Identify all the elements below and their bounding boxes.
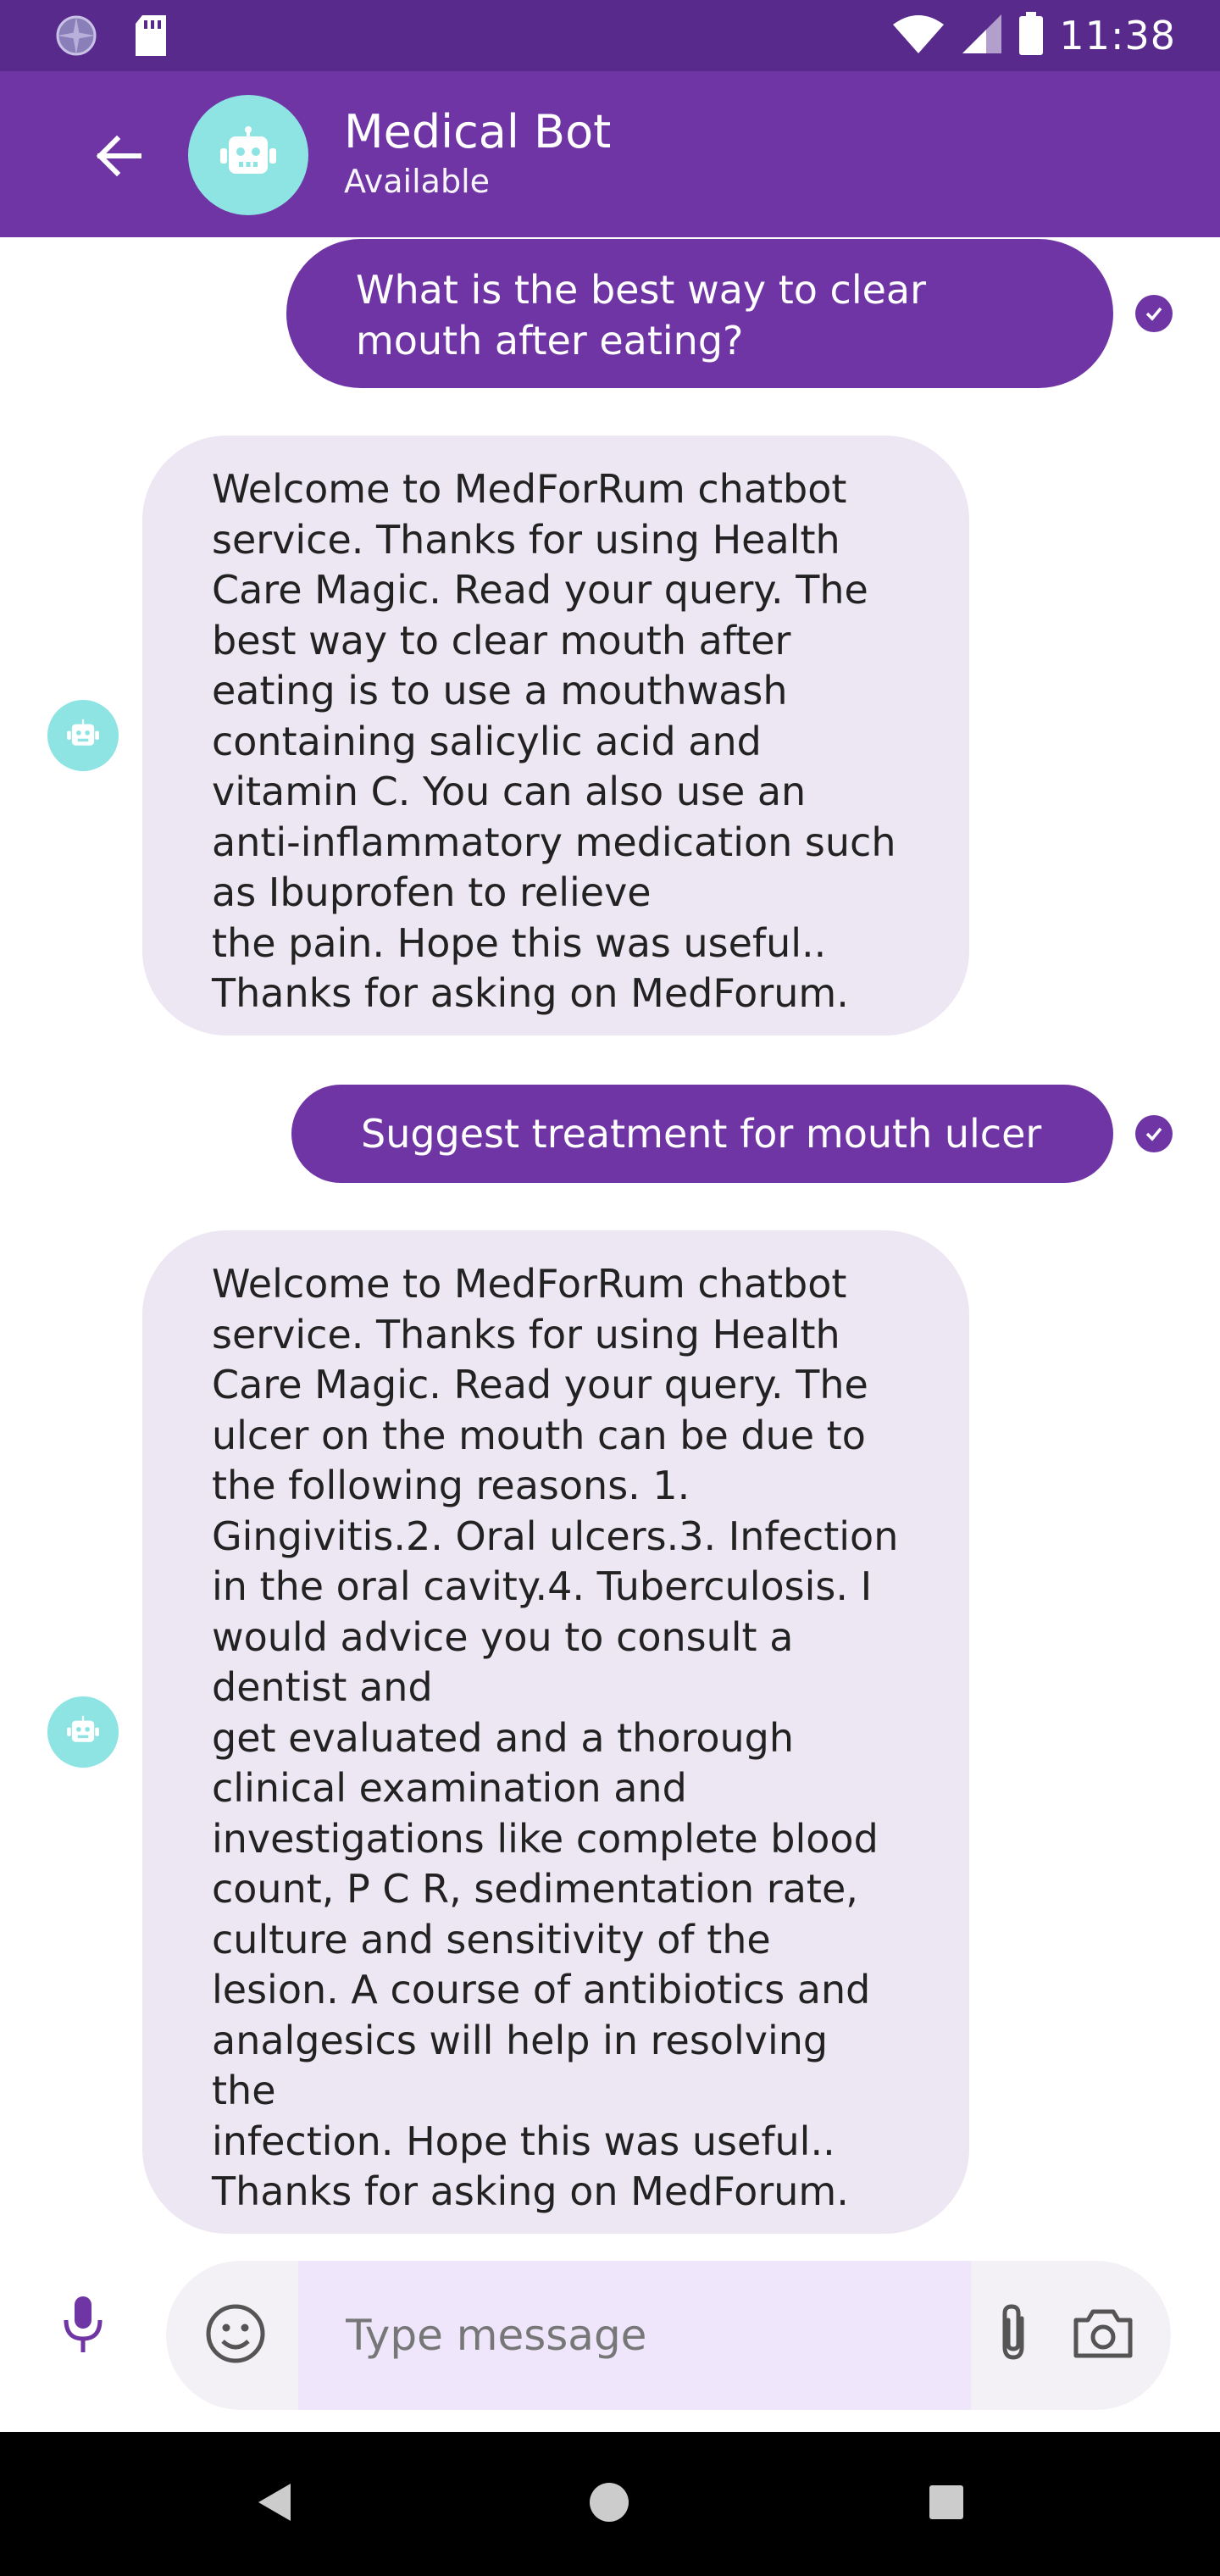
camera-icon: [1071, 2307, 1135, 2364]
microphone-button[interactable]: [49, 2293, 117, 2361]
check-circle-icon: [1135, 295, 1173, 332]
clock-time: 11:38: [1059, 13, 1176, 58]
bot-message-avatar: [47, 700, 119, 771]
robot-icon: [66, 1714, 100, 1750]
nav-back-button[interactable]: [244, 2474, 303, 2534]
cell-signal-icon: [961, 13, 1003, 58]
nav-recents-icon: [928, 2484, 965, 2524]
chat-header: Medical Bot Available: [0, 71, 1220, 237]
robot-icon: [219, 126, 278, 184]
user-message[interactable]: What is the best way to clear mouth afte…: [286, 239, 1113, 388]
presence-status: Available: [344, 163, 491, 200]
battery-icon: [1018, 12, 1044, 59]
attach-button[interactable]: [979, 2301, 1047, 2369]
nav-home-button[interactable]: [580, 2474, 639, 2534]
input-container: [166, 2261, 1171, 2410]
bot-message[interactable]: Welcome to MedForRum chatbot service. Th…: [142, 1230, 969, 2234]
nav-recents-button[interactable]: [917, 2474, 976, 2534]
back-button[interactable]: [81, 120, 156, 195]
bot-avatar[interactable]: [188, 95, 308, 215]
camera-button[interactable]: [1068, 2301, 1139, 2369]
microphone-icon: [59, 2295, 107, 2359]
status-bar: 11:38: [0, 0, 1220, 71]
sd-card-icon: [132, 14, 169, 61]
nav-back-icon: [253, 2480, 294, 2528]
wifi-icon: [891, 13, 946, 58]
back-arrow-icon: [92, 129, 146, 186]
chat-screen: 11:38 Medical Bot Available What is the …: [0, 0, 1220, 2576]
chat-title: Medical Bot: [344, 105, 612, 158]
paperclip-icon: [995, 2301, 1032, 2369]
robot-icon: [66, 718, 100, 753]
system-nav-bar: [0, 2432, 1220, 2576]
message-composer: [0, 2234, 1220, 2432]
bot-message[interactable]: Welcome to MedForRum chatbot service. Th…: [142, 436, 969, 1035]
message-list[interactable]: What is the best way to clear mouth afte…: [0, 237, 1220, 2234]
pinwheel-icon: [54, 14, 98, 61]
emoji-icon: [204, 2302, 267, 2368]
check-circle-icon: [1135, 1115, 1173, 1152]
user-message[interactable]: Suggest treatment for mouth ulcer: [291, 1085, 1113, 1183]
message-input[interactable]: [298, 2261, 971, 2410]
nav-home-icon: [588, 2481, 630, 2527]
emoji-button[interactable]: [202, 2301, 269, 2369]
bot-message-avatar: [47, 1696, 119, 1768]
